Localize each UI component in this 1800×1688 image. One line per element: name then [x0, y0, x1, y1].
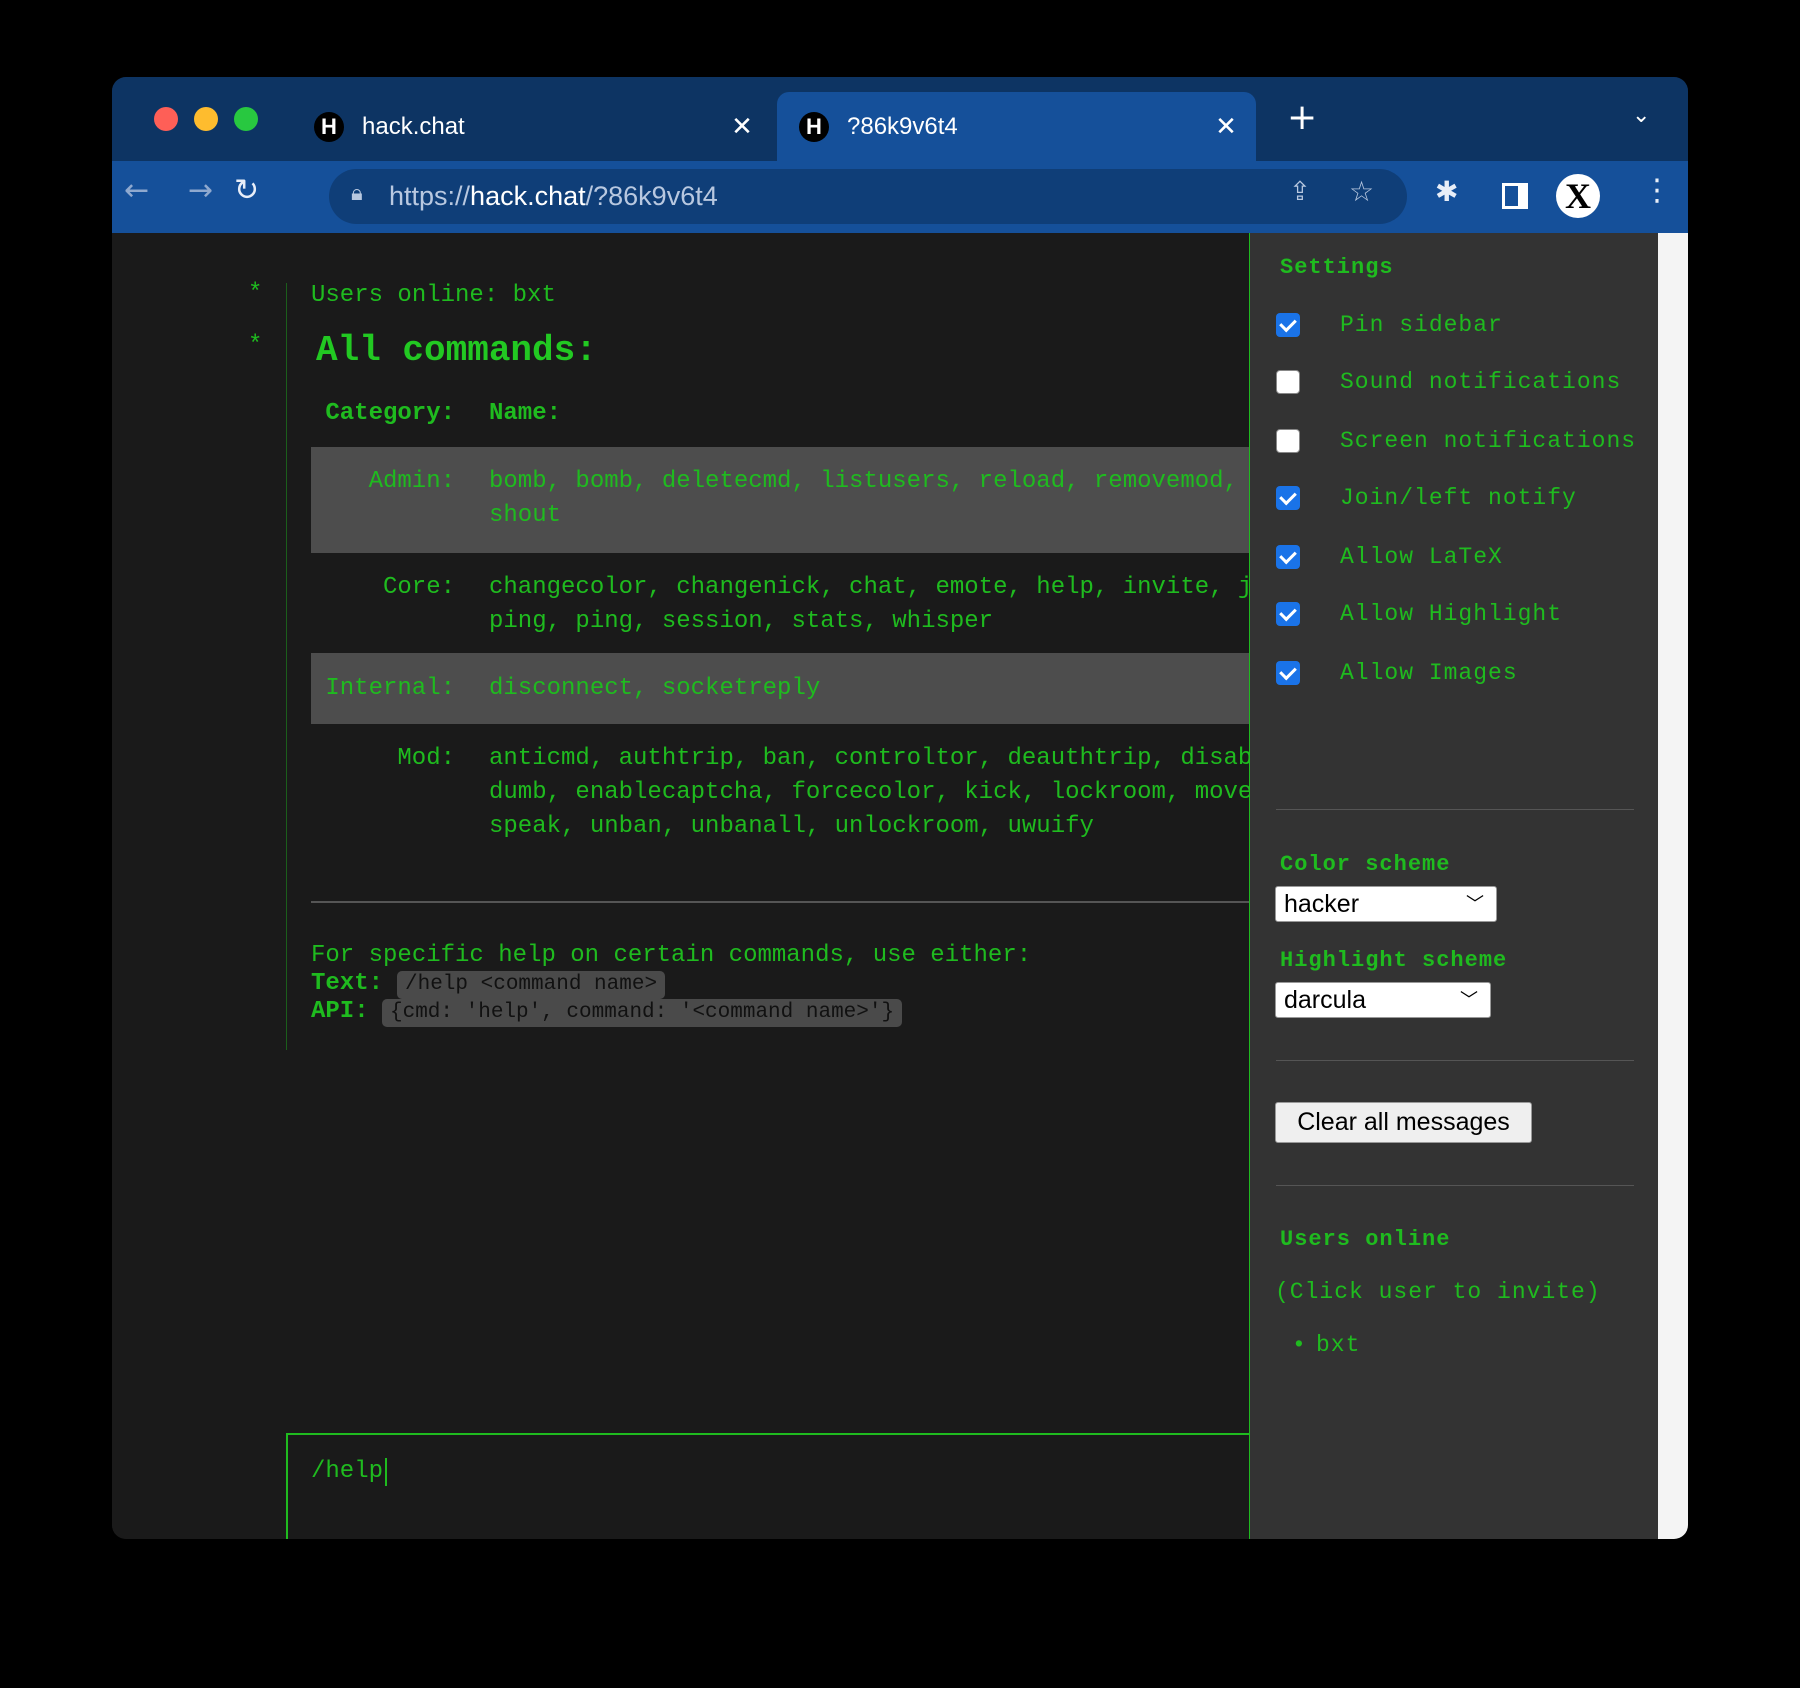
- category-header: Category:: [325, 400, 455, 427]
- commands-cell: dumb, enablecaptcha, forcecolor, kick, l…: [489, 779, 1249, 806]
- commands-cell: shout: [489, 502, 562, 529]
- divider: [1276, 809, 1634, 810]
- tab-title: ?86k9v6t4: [847, 112, 958, 140]
- menu-kebab-icon[interactable]: ⋮: [1642, 173, 1672, 208]
- divider: [1276, 1060, 1634, 1061]
- hackchat-favicon-icon: H: [314, 111, 344, 142]
- url-host: hack.chat: [470, 181, 586, 211]
- close-tab-icon[interactable]: ✕: [1206, 111, 1246, 142]
- setting-label[interactable]: Screen notifications: [1340, 426, 1636, 456]
- text-label: Text:: [311, 970, 384, 997]
- browser-window: H hack.chat ✕ H ?86k9v6t4 ✕ + ⌄ ← → ↻ 🔒︎…: [112, 77, 1688, 1539]
- tab-search-chevron-icon[interactable]: ⌄: [1632, 103, 1650, 128]
- api-code: {cmd: 'help', command: '<command name>'}: [382, 999, 903, 1027]
- close-tab-icon[interactable]: ✕: [722, 111, 762, 142]
- commands-heading: All commands:: [316, 330, 597, 371]
- text-cursor: [385, 1458, 387, 1486]
- extensions-puzzle-icon[interactable]: ✱: [1435, 175, 1458, 208]
- commands-cell: bomb, bomb, deletecmd, listusers, reload…: [489, 468, 1238, 495]
- table-row-mod: Mod: anticmd, authtrip, ban, controltor,…: [311, 724, 1249, 854]
- checkbox-allow-highlight[interactable]: [1276, 602, 1300, 626]
- message-divider: [286, 283, 287, 1050]
- commands-cell: changecolor, changenick, chat, emote, he…: [489, 574, 1253, 601]
- chevron-down-icon: ﹀: [1466, 894, 1484, 914]
- text-code: /help <command name>: [397, 971, 666, 999]
- tab-hack-chat[interactable]: H hack.chat ✕: [292, 92, 772, 161]
- users-online-title: Users online: [1280, 1227, 1451, 1252]
- table-row-core: Core: changecolor, changenick, chat, emo…: [311, 553, 1253, 653]
- checkbox-pin-sidebar[interactable]: [1276, 313, 1300, 337]
- side-panel-icon[interactable]: [1502, 183, 1528, 209]
- chat-area: * * Users online: bxt All commands: Cate…: [112, 233, 1253, 1539]
- commands-cell: disconnect, socketreply: [489, 675, 821, 702]
- highlight-scheme-value: darcula: [1284, 986, 1366, 1014]
- checkbox-allow-latex[interactable]: [1276, 545, 1300, 569]
- maximize-window-button[interactable]: [234, 107, 258, 131]
- message-star: *: [248, 280, 263, 307]
- scrollbar[interactable]: [1658, 233, 1688, 1539]
- tab-bar: H hack.chat ✕ H ?86k9v6t4 ✕ + ⌄: [112, 77, 1688, 161]
- clear-messages-button[interactable]: Clear all messages: [1275, 1102, 1532, 1143]
- setting-label[interactable]: Allow Images: [1340, 658, 1518, 688]
- setting-label[interactable]: Allow LaTeX: [1340, 542, 1503, 572]
- color-scheme-select[interactable]: hacker ﹀: [1275, 886, 1497, 922]
- sidebar: Settings Pin sidebar Sound notifications S…: [1249, 233, 1658, 1539]
- table-row-internal: Internal: disconnect, socketreply: [311, 653, 1249, 724]
- color-scheme-value: hacker: [1284, 890, 1360, 918]
- highlight-scheme-select[interactable]: darcula ﹀: [1275, 982, 1491, 1018]
- highlight-scheme-label: Highlight scheme: [1280, 948, 1508, 973]
- new-tab-icon[interactable]: +: [1287, 97, 1317, 138]
- chat-input-value: /help: [311, 1458, 384, 1485]
- table-row-admin: Admin: bomb, bomb, deletecmd, listusers,…: [311, 447, 1249, 553]
- settings-title: Settings: [1280, 255, 1394, 280]
- back-icon[interactable]: ←: [124, 173, 149, 208]
- checkbox-allow-images[interactable]: [1276, 661, 1300, 685]
- divider: [1276, 1185, 1634, 1186]
- address-bar[interactable]: 🔒︎ https://hack.chat/?86k9v6t4 ⇪ ☆: [329, 169, 1407, 224]
- profile-avatar[interactable]: X: [1556, 174, 1600, 218]
- message-star: *: [248, 332, 263, 359]
- commands-cell: ping, ping, session, stats, whisper: [489, 608, 994, 635]
- category-cell: Internal:: [325, 675, 455, 702]
- commands-cell: anticmd, authtrip, ban, controltor, deau…: [489, 745, 1249, 772]
- chat-input[interactable]: /help: [286, 1433, 1249, 1539]
- forward-icon[interactable]: →: [188, 173, 213, 208]
- setting-label[interactable]: Sound notifications: [1340, 367, 1621, 397]
- checkbox-sound-notifications[interactable]: [1276, 370, 1300, 394]
- reload-icon[interactable]: ↻: [234, 173, 259, 208]
- divider: [311, 901, 1249, 903]
- url-path: /?86k9v6t4: [585, 181, 718, 211]
- lock-icon: 🔒︎: [351, 181, 363, 206]
- user-bullet: •: [1292, 1332, 1307, 1358]
- users-online-message: Users online: bxt: [311, 282, 556, 309]
- hackchat-favicon-icon: H: [799, 111, 829, 142]
- checkbox-screen-notifications[interactable]: [1276, 429, 1300, 453]
- tab-title: hack.chat: [362, 112, 465, 140]
- setting-label[interactable]: Allow Highlight: [1340, 599, 1562, 629]
- close-window-button[interactable]: [154, 107, 178, 131]
- color-scheme-label: Color scheme: [1280, 852, 1451, 877]
- commands-cell: speak, unban, unbanall, unlockroom, uwui…: [489, 813, 1094, 840]
- share-icon[interactable]: ⇪: [1289, 177, 1311, 207]
- tab-channel[interactable]: H ?86k9v6t4 ✕: [777, 92, 1256, 161]
- setting-label[interactable]: Join/left notify: [1340, 483, 1577, 513]
- setting-label[interactable]: Pin sidebar: [1340, 310, 1503, 340]
- name-header: Name:: [489, 400, 562, 427]
- category-cell: Core:: [382, 574, 455, 601]
- chevron-down-icon: ﹀: [1460, 990, 1478, 1010]
- minimize-window-button[interactable]: [194, 107, 218, 131]
- bookmark-star-icon[interactable]: ☆: [1349, 175, 1374, 208]
- users-hint: (Click user to invite): [1275, 1279, 1601, 1305]
- toolbar: ← → ↻ 🔒︎ https://hack.chat/?86k9v6t4 ⇪ ☆…: [112, 161, 1688, 233]
- api-label: API:: [311, 998, 369, 1025]
- checkbox-join-left-notify[interactable]: [1276, 486, 1300, 510]
- url-scheme: https://: [389, 181, 471, 211]
- category-cell: Mod:: [397, 745, 455, 772]
- user-list-item[interactable]: bxt: [1316, 1330, 1360, 1360]
- category-cell: Admin:: [368, 468, 455, 495]
- help-intro: For specific help on certain commands, u…: [311, 942, 1032, 969]
